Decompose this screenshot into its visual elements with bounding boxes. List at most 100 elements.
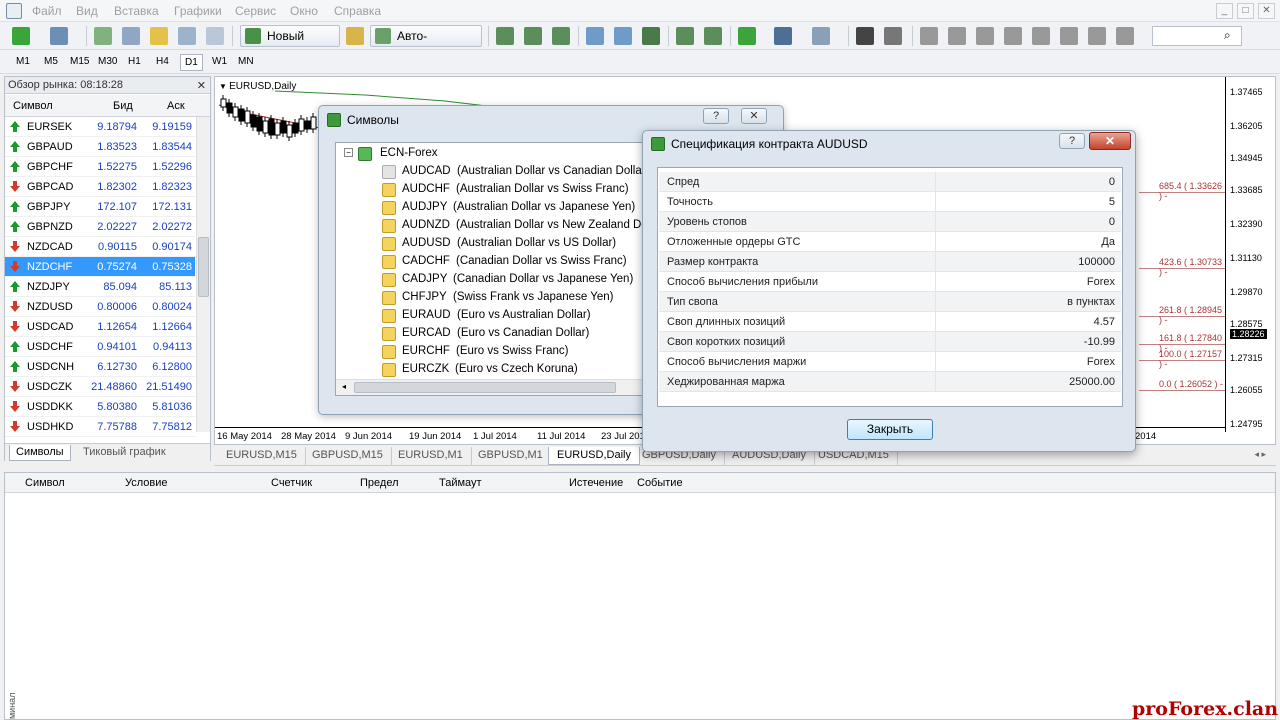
menu-file[interactable]: Файл [32, 4, 62, 18]
symbol-item[interactable]: EURCAD (Euro vs Canadian Dollar) [382, 325, 646, 343]
new-chart-icon[interactable] [12, 27, 30, 45]
tab-symbols[interactable]: Символы [9, 445, 71, 461]
period-d1[interactable]: D1 [180, 54, 203, 71]
trendline-icon[interactable] [976, 27, 994, 45]
symbol-item[interactable]: EURCHF (Euro vs Swiss Franc) [382, 343, 646, 361]
text-icon[interactable] [1060, 27, 1078, 45]
data-window-icon[interactable] [122, 27, 140, 45]
templates-icon[interactable] [812, 27, 830, 45]
period-m15[interactable]: M15 [66, 54, 93, 71]
indicators-icon[interactable] [738, 27, 756, 45]
autoscroll-icon[interactable] [676, 27, 694, 45]
channel-icon[interactable] [1004, 27, 1022, 45]
arrows-icon[interactable] [1116, 27, 1134, 45]
market-watch-row[interactable]: USDCNH 6.12730 6.12800 [5, 357, 195, 377]
menu-window[interactable]: Окно [290, 4, 318, 18]
symbol-item[interactable]: AUDCHF (Australian Dollar vs Swiss Franc) [382, 181, 646, 199]
col-bid-header[interactable]: Бид [113, 100, 133, 112]
col-expiration[interactable]: Истечение [569, 477, 623, 489]
spec-help-button[interactable]: ? [1059, 133, 1085, 149]
market-watch-scrollbar[interactable] [196, 117, 210, 432]
symbol-item[interactable]: CADCHF (Canadian Dollar vs Swiss Franc) [382, 253, 646, 271]
symbols-close-button[interactable]: ✕ [741, 108, 767, 124]
market-watch-row[interactable]: NZDCHF 0.75274 0.75328 [5, 257, 195, 277]
market-watch-icon[interactable] [94, 27, 112, 45]
symbol-item[interactable]: EURAUD (Euro vs Australian Dollar) [382, 307, 646, 325]
terminal-icon[interactable] [178, 27, 196, 45]
navigator-icon[interactable] [150, 27, 168, 45]
menu-help[interactable]: Справка [334, 4, 381, 18]
col-counter[interactable]: Счетчик [271, 477, 312, 489]
panel-close-icon[interactable]: ✕ [197, 79, 206, 92]
chart-tab[interactable]: EURUSD,Daily [548, 447, 640, 465]
market-watch-row[interactable]: NZDCAD 0.90115 0.90174 [5, 237, 195, 257]
spec-close-x-button[interactable]: ✕ [1089, 132, 1131, 150]
zoom-in-icon[interactable] [586, 27, 604, 45]
chart-shift-icon[interactable] [704, 27, 722, 45]
new-order-button[interactable]: Новый Ордер [240, 25, 340, 63]
maximize-icon[interactable]: □ [1237, 3, 1254, 19]
col-event[interactable]: Событие [637, 477, 683, 489]
symbols-hscrollbar[interactable]: ◂ [336, 379, 646, 395]
period-h1[interactable]: H1 [124, 54, 145, 71]
tab-scroll-arrows-icon[interactable]: ◂ ▸ [1254, 449, 1266, 460]
crosshair-icon[interactable] [884, 27, 902, 45]
period-m5[interactable]: M5 [40, 54, 62, 71]
period-m30[interactable]: M30 [94, 54, 121, 71]
period-mn[interactable]: MN [234, 54, 258, 71]
market-watch-row[interactable]: NZDJPY 85.094 85.113 [5, 277, 195, 297]
col-limit[interactable]: Предел [360, 477, 399, 489]
close-button[interactable]: Закрыть [847, 419, 933, 440]
symbol-item[interactable]: CADJPY (Canadian Dollar vs Japanese Yen) [382, 271, 646, 289]
metaeditor-icon[interactable] [346, 27, 364, 45]
symbol-item[interactable]: CHFJPY (Swiss Frank vs Japanese Yen) [382, 289, 646, 307]
market-watch-row[interactable]: USDCZK 21.48860 21.51490 [5, 377, 195, 397]
cursor-icon[interactable] [856, 27, 874, 45]
chart-tab[interactable]: EURUSD,M1 [390, 447, 472, 465]
symbol-item[interactable]: AUDJPY (Australian Dollar vs Japanese Yen… [382, 199, 646, 217]
market-watch-row[interactable]: GBPJPY 172.107 172.131 [5, 197, 195, 217]
symbol-item[interactable]: AUDUSD (Australian Dollar vs US Dollar) [382, 235, 646, 253]
col-symbol-header[interactable]: Символ [13, 100, 53, 112]
period-h4[interactable]: H4 [152, 54, 173, 71]
collapse-icon[interactable]: − [344, 148, 353, 157]
symbol-item[interactable]: EURCZK (Euro vs Czech Koruna) [382, 361, 646, 379]
close-icon[interactable]: ✕ [1258, 3, 1275, 19]
scroll-left-icon[interactable]: ◂ [342, 382, 346, 391]
market-watch-row[interactable]: USDCHF 0.94101 0.94113 [5, 337, 195, 357]
market-watch-row[interactable]: GBPAUD 1.83523 1.83544 [5, 137, 195, 157]
search-icon[interactable]: ⌕ [1224, 28, 1231, 43]
symbol-item[interactable]: AUDNZD (Australian Dollar vs New Zealand … [382, 217, 667, 235]
market-watch-row[interactable]: USDHKD 7.75788 7.75812 [5, 417, 195, 437]
horizontal-line-icon[interactable] [948, 27, 966, 45]
label-icon[interactable] [1088, 27, 1106, 45]
vertical-line-icon[interactable] [920, 27, 938, 45]
help-button[interactable]: ? [703, 108, 729, 124]
menu-insert[interactable]: Вставка [114, 4, 159, 18]
market-watch-row[interactable]: NZDUSD 0.80006 0.80024 [5, 297, 195, 317]
line-chart-icon[interactable] [552, 27, 570, 45]
market-watch-row[interactable]: GBPCHF 1.52275 1.52296 [5, 157, 195, 177]
bar-chart-icon[interactable] [496, 27, 514, 45]
market-watch-row[interactable]: EURSEK 9.18794 9.19159 [5, 117, 195, 137]
menu-view[interactable]: Вид [76, 4, 98, 18]
market-watch-row[interactable]: USDDKK 5.80380 5.81036 [5, 397, 195, 417]
tester-icon[interactable] [206, 27, 224, 45]
chart-tab[interactable]: GBPUSD,M1 [470, 447, 552, 465]
candles-icon[interactable] [524, 27, 542, 45]
col-condition[interactable]: Условие [125, 477, 168, 489]
col-ask-header[interactable]: Аск [167, 100, 185, 112]
menu-tools[interactable]: Сервис [235, 4, 276, 18]
menu-charts[interactable]: Графики [174, 4, 222, 18]
zoom-out-icon[interactable] [614, 27, 632, 45]
fibonacci-icon[interactable] [1032, 27, 1050, 45]
period-m1[interactable]: M1 [12, 54, 34, 71]
market-watch-row[interactable]: GBPNZD 2.02227 2.02272 [5, 217, 195, 237]
periods-icon[interactable] [774, 27, 792, 45]
col-symbol[interactable]: Символ [25, 477, 65, 489]
chart-tab[interactable]: GBPUSD,M15 [304, 447, 392, 465]
minimize-icon[interactable]: _ [1216, 3, 1233, 19]
col-timeout[interactable]: Таймаут [439, 477, 482, 489]
autotrading-button[interactable]: Авто-торговля [370, 25, 482, 63]
market-watch-row[interactable]: USDCAD 1.12654 1.12664 [5, 317, 195, 337]
